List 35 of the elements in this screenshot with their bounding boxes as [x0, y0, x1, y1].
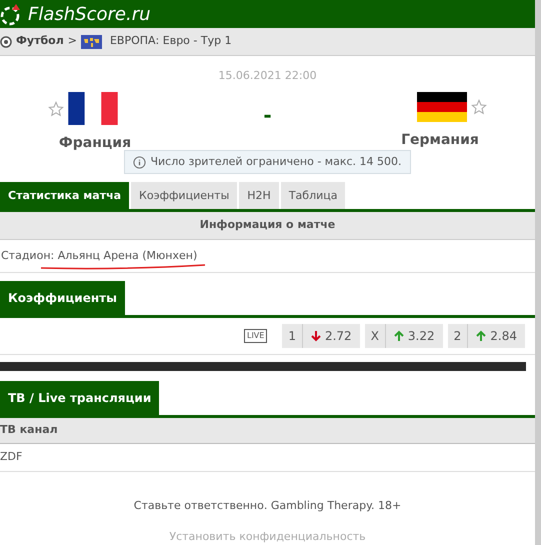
odds-label: X: [364, 324, 386, 348]
odds-button[interactable]: 1 2.72: [282, 324, 360, 348]
odds-value: 2.84: [490, 328, 517, 346]
odds-label: 2: [448, 324, 468, 348]
live-badge: LIVE: [244, 329, 268, 344]
channel-name: ZDF: [0, 449, 22, 466]
flag-icon: [68, 92, 118, 126]
match-score: -: [263, 102, 272, 130]
odds-button[interactable]: X 3.22: [364, 324, 443, 348]
info-icon: [133, 156, 146, 169]
favorite-star-icon[interactable]: [471, 99, 487, 116]
breadcrumb-separator: >: [68, 33, 77, 50]
column-heading: ТВ канал: [0, 418, 535, 444]
match-datetime: 15.06.2021 22:00: [218, 68, 317, 84]
odds-value: 3.22: [408, 328, 435, 346]
league-link[interactable]: ЕВРОПА: Евро - Тур 1: [110, 33, 232, 50]
notice-text: Число зрителей ограничено - макс. 14 500.: [150, 154, 402, 170]
ball-icon: [0, 36, 12, 48]
logo-text[interactable]: FlashScore.ru: [28, 0, 151, 28]
world-map-icon: [80, 34, 102, 49]
odds-value: 2.72: [324, 328, 352, 346]
tab[interactable]: Таблица: [280, 182, 346, 210]
sport-link[interactable]: Футбол: [16, 33, 64, 50]
stadium-text: Стадион: Альянц Арена (Мюнхен): [1, 248, 198, 264]
info-heading: Информация о матче: [0, 212, 535, 240]
odds-label: 1: [282, 324, 303, 348]
tab[interactable]: H2H: [239, 182, 279, 210]
team-name[interactable]: Франция: [58, 133, 132, 154]
tab[interactable]: Коэффициенты: [131, 182, 238, 210]
tab[interactable]: Статистика матча: [0, 182, 130, 210]
odds-button[interactable]: 2 2.84: [448, 324, 525, 348]
favorite-star-icon[interactable]: [48, 100, 64, 117]
flag-icon: [417, 92, 467, 122]
team-name[interactable]: Германия: [401, 130, 479, 152]
responsible-notice: Ставьте ответственно. Gambling Therapy. 18+: [134, 498, 402, 514]
